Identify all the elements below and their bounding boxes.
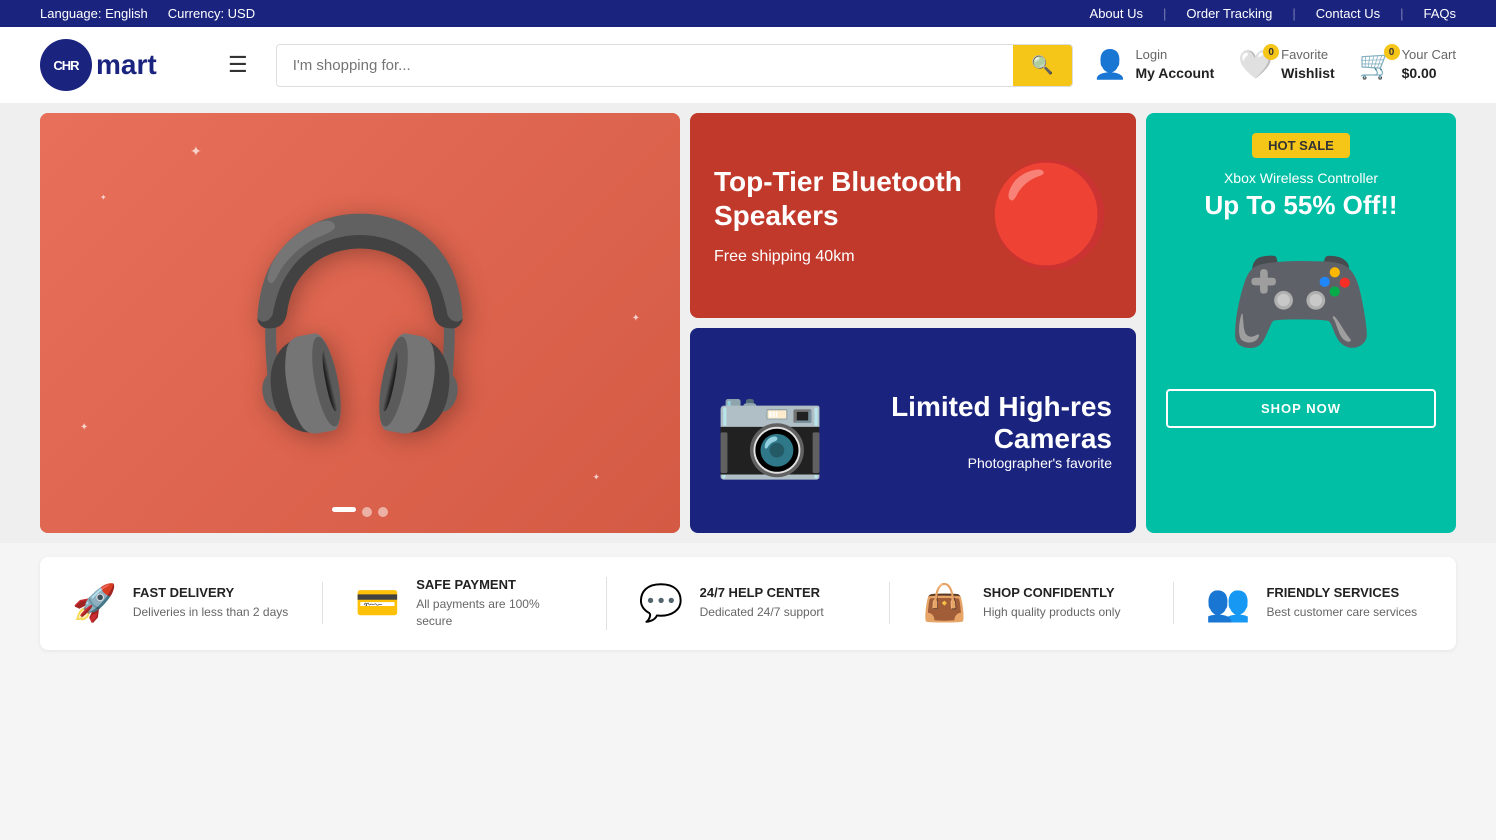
speaker-image: 🔴 <box>987 157 1112 274</box>
account-text: Login My Account <box>1135 47 1214 82</box>
search-bar: 🔍 <box>276 44 1073 87</box>
feature-icon-3: 👜 <box>922 582 967 624</box>
top-bar-right: About Us | Order Tracking | Contact Us |… <box>1090 6 1456 21</box>
feature-desc-4: Best customer care services <box>1266 604 1417 621</box>
feature-icon-1: 💳 <box>355 582 400 624</box>
hero-right-column: Top-Tier Bluetooth Speakers Free shippin… <box>690 113 1136 533</box>
hero-section: ✦ ✦ ✦ ✦ ✦ 🎧 Top-Tier Bluetooth Speakers … <box>0 103 1496 543</box>
camera-image: 📷 <box>714 378 826 483</box>
controller-title: Xbox Wireless Controller <box>1224 170 1378 186</box>
hero-dot-1[interactable] <box>332 507 356 512</box>
promo-controller[interactable]: HOT SALE Xbox Wireless Controller Up To … <box>1146 113 1456 533</box>
user-icon: 👤 <box>1093 48 1128 81</box>
header: CHR mart ☰ 🔍 👤 Login My Account 🤍 0 Favo… <box>0 27 1496 103</box>
hot-sale-badge: HOT SALE <box>1252 133 1350 158</box>
cart-button[interactable]: 🛒 0 Your Cart $0.00 <box>1359 47 1456 82</box>
feature-item-2: 💬 24/7 HELP CENTER Dedicated 24/7 suppor… <box>607 582 890 624</box>
wishlist-text: Favorite Wishlist <box>1281 47 1335 82</box>
promo-cameras-title: Limited High-res Cameras <box>826 391 1112 455</box>
currency-selector[interactable]: Currency: USD <box>168 6 255 21</box>
promo-speakers-desc: Free shipping 40km <box>714 248 987 266</box>
feature-item-4: 👥 FRIENDLY SERVICES Best customer care s… <box>1174 582 1456 624</box>
language-selector[interactable]: Language: English <box>40 6 148 21</box>
feature-title-0: FAST DELIVERY <box>133 585 288 600</box>
wishlist-button[interactable]: 🤍 0 Favorite Wishlist <box>1238 47 1334 82</box>
feature-icon-2: 💬 <box>639 582 684 624</box>
hero-dots <box>332 507 388 517</box>
feature-desc-0: Deliveries in less than 2 days <box>133 604 288 621</box>
feature-title-3: SHOP CONFIDENTLY <box>983 585 1120 600</box>
hero-dot-3[interactable] <box>378 507 388 517</box>
search-input[interactable] <box>277 45 1013 86</box>
hero-dot-2[interactable] <box>362 507 372 517</box>
promo-speakers-title: Top-Tier Bluetooth Speakers <box>714 165 987 232</box>
header-actions: 👤 Login My Account 🤍 0 Favorite Wishlist… <box>1093 47 1456 82</box>
feature-icon-0: 🚀 <box>72 582 117 624</box>
hero-headphone-image: 🎧 <box>235 206 484 441</box>
top-bar: Language: English Currency: USD About Us… <box>0 0 1496 27</box>
feature-icon-4: 👥 <box>1206 582 1251 624</box>
feature-title-4: FRIENDLY SERVICES <box>1266 585 1417 600</box>
top-bar-left: Language: English Currency: USD <box>40 6 255 21</box>
hamburger-menu[interactable]: ☰ <box>220 48 256 82</box>
promo-speakers[interactable]: Top-Tier Bluetooth Speakers Free shippin… <box>690 113 1136 318</box>
promo-cameras-desc: Photographer's favorite <box>826 455 1112 471</box>
cart-text: Your Cart $0.00 <box>1402 47 1456 82</box>
about-us-link[interactable]: About Us <box>1090 6 1143 21</box>
features-bar: 🚀 FAST DELIVERY Deliveries in less than … <box>40 557 1456 650</box>
feature-desc-2: Dedicated 24/7 support <box>700 604 824 621</box>
order-tracking-link[interactable]: Order Tracking <box>1186 6 1272 21</box>
cart-icon: 🛒 0 <box>1359 48 1394 81</box>
contact-us-link[interactable]: Contact Us <box>1316 6 1380 21</box>
feature-item-0: 🚀 FAST DELIVERY Deliveries in less than … <box>40 582 323 624</box>
search-icon: 🔍 <box>1031 55 1053 75</box>
logo[interactable]: CHR mart <box>40 39 200 91</box>
heart-icon: 🤍 0 <box>1238 48 1273 81</box>
feature-desc-3: High quality products only <box>983 604 1120 621</box>
shop-now-button[interactable]: SHOP NOW <box>1166 389 1436 428</box>
controller-image: 🎮 <box>1226 233 1375 373</box>
controller-discount: Up To 55% Off!! <box>1204 190 1397 221</box>
logo-icon: CHR <box>40 39 92 91</box>
feature-desc-1: All payments are 100% secure <box>416 596 574 630</box>
logo-text: mart <box>96 49 157 81</box>
faqs-link[interactable]: FAQs <box>1423 6 1456 21</box>
feature-title-1: SAFE PAYMENT <box>416 577 574 592</box>
feature-title-2: 24/7 HELP CENTER <box>700 585 824 600</box>
wishlist-badge: 0 <box>1263 44 1279 60</box>
search-button[interactable]: 🔍 <box>1013 45 1071 86</box>
login-account-button[interactable]: 👤 Login My Account <box>1093 47 1215 82</box>
feature-item-1: 💳 SAFE PAYMENT All payments are 100% sec… <box>323 577 606 630</box>
hero-main-banner[interactable]: ✦ ✦ ✦ ✦ ✦ 🎧 <box>40 113 680 533</box>
cart-badge: 0 <box>1384 44 1400 60</box>
promo-cameras-text: Limited High-res Cameras Photographer's … <box>826 391 1112 471</box>
promo-cameras[interactable]: 📷 Limited High-res Cameras Photographer'… <box>690 328 1136 533</box>
feature-item-3: 👜 SHOP CONFIDENTLY High quality products… <box>890 582 1173 624</box>
